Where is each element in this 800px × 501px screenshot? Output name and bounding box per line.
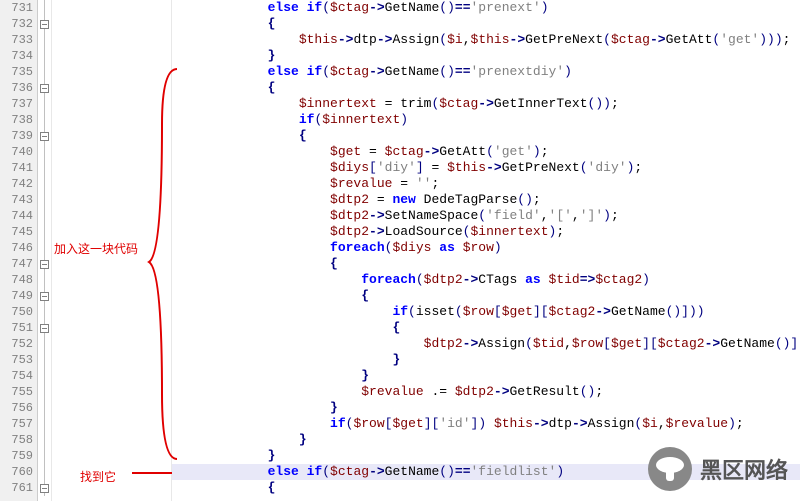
line-number: 737 (0, 96, 37, 112)
annotation-column: 加入这一块代码 找到它 (52, 0, 172, 501)
code-line[interactable]: $revalue = ''; (172, 176, 800, 192)
code-line[interactable]: foreach($dtp2->CTags as $tid=>$ctag2) (172, 272, 800, 288)
line-number: 757 (0, 416, 37, 432)
code-line[interactable]: } (172, 352, 800, 368)
fold-column[interactable] (38, 0, 52, 501)
code-line[interactable]: $dtp2->LoadSource($innertext); (172, 224, 800, 240)
line-number: 750 (0, 304, 37, 320)
code-line[interactable]: foreach($diys as $row) (172, 240, 800, 256)
line-number: 738 (0, 112, 37, 128)
fold-toggle[interactable] (40, 292, 49, 301)
code-line[interactable]: $dtp2 = new DedeTagParse(); (172, 192, 800, 208)
line-number: 744 (0, 208, 37, 224)
line-number: 755 (0, 384, 37, 400)
line-number: 749 (0, 288, 37, 304)
code-line[interactable]: { (172, 480, 800, 496)
line-number: 752 (0, 336, 37, 352)
code-line[interactable]: $dtp2->Assign($tid,$row[$get][$ctag2->Ge… (172, 336, 800, 352)
line-number: 747 (0, 256, 37, 272)
code-line[interactable]: $revalue .= $dtp2->GetResult(); (172, 384, 800, 400)
line-number: 756 (0, 400, 37, 416)
code-editor[interactable]: 7317327337347357367377387397407417427437… (0, 0, 800, 501)
code-line[interactable]: else if($ctag->GetName()=='prenextdiy') (172, 64, 800, 80)
code-line[interactable]: $get = $ctag->GetAtt('get'); (172, 144, 800, 160)
line-number: 753 (0, 352, 37, 368)
fold-toggle[interactable] (40, 484, 49, 493)
fold-toggle[interactable] (40, 84, 49, 93)
code-line[interactable]: $diys['diy'] = $this->GetPreNext('diy'); (172, 160, 800, 176)
code-line[interactable]: if($row[$get]['id']) $this->dtp->Assign(… (172, 416, 800, 432)
line-number: 751 (0, 320, 37, 336)
code-line[interactable]: if($innertext) (172, 112, 800, 128)
code-line[interactable]: if(isset($row[$get][$ctag2->GetName()])) (172, 304, 800, 320)
code-line[interactable]: } (172, 368, 800, 384)
code-line[interactable]: } (172, 448, 800, 464)
line-number: 740 (0, 144, 37, 160)
line-number: 759 (0, 448, 37, 464)
line-number: 758 (0, 432, 37, 448)
code-line[interactable]: { (172, 16, 800, 32)
line-number: 746 (0, 240, 37, 256)
code-area[interactable]: else if($ctag->GetName()=='prenext') { $… (172, 0, 800, 501)
code-line[interactable]: else if($ctag->GetName()=='fieldlist') (172, 464, 800, 480)
line-number-gutter: 7317327337347357367377387397407417427437… (0, 0, 38, 501)
line-number: 748 (0, 272, 37, 288)
line-number: 761 (0, 480, 37, 496)
line-number: 736 (0, 80, 37, 96)
line-number: 743 (0, 192, 37, 208)
code-line[interactable]: { (172, 288, 800, 304)
fold-toggle[interactable] (40, 132, 49, 141)
line-number: 733 (0, 32, 37, 48)
code-line[interactable]: else if($ctag->GetName()=='prenext') (172, 0, 800, 16)
line-number: 754 (0, 368, 37, 384)
code-line[interactable]: $this->dtp->Assign($i,$this->GetPreNext(… (172, 32, 800, 48)
line-number: 739 (0, 128, 37, 144)
fold-toggle[interactable] (40, 324, 49, 333)
line-number: 741 (0, 160, 37, 176)
line-number: 742 (0, 176, 37, 192)
code-line[interactable]: { (172, 128, 800, 144)
line-number: 735 (0, 64, 37, 80)
fold-toggle[interactable] (40, 260, 49, 269)
line-number: 731 (0, 0, 37, 16)
code-line[interactable]: { (172, 256, 800, 272)
line-number: 760 (0, 464, 37, 480)
line-number: 734 (0, 48, 37, 64)
line-number: 745 (0, 224, 37, 240)
code-line[interactable]: } (172, 48, 800, 64)
code-line[interactable]: $innertext = trim($ctag->GetInnerText())… (172, 96, 800, 112)
line-number: 732 (0, 16, 37, 32)
code-line[interactable]: } (172, 432, 800, 448)
code-line[interactable]: $dtp2->SetNameSpace('field','[',']'); (172, 208, 800, 224)
code-line[interactable]: } (172, 400, 800, 416)
annotation-add-block: 加入这一块代码 (54, 240, 138, 257)
code-line[interactable]: { (172, 320, 800, 336)
fold-toggle[interactable] (40, 20, 49, 29)
annotation-found-it: 找到它 (80, 468, 116, 485)
code-line[interactable]: { (172, 80, 800, 96)
